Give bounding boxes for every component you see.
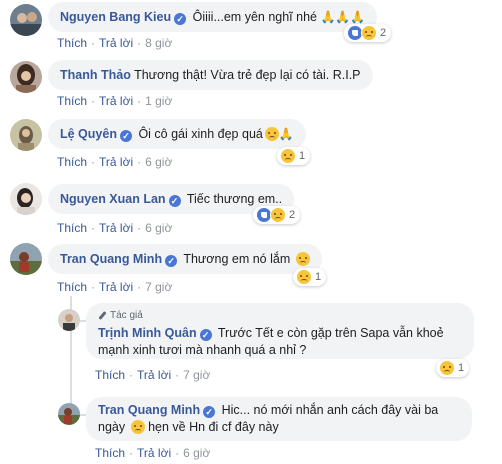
sad-emoji-icon [264, 127, 279, 141]
timestamp[interactable]: 1 giờ [145, 94, 172, 108]
reaction-summary[interactable]: 2 [344, 24, 392, 42]
reaction-summary[interactable]: 1 [277, 147, 311, 165]
reply-link[interactable]: Trả lời [99, 280, 133, 294]
timestamp[interactable]: 6 giờ [145, 221, 172, 235]
verified-badge-icon: ✓ [165, 255, 178, 267]
reply-link[interactable]: Trả lời [99, 94, 133, 108]
comment-text: Ôiiii...em yên nghĩ nhé [192, 10, 317, 24]
comment-text: Thương em nó lắm [183, 252, 291, 266]
verified-badge-icon: ✓ [168, 195, 181, 207]
comment-actions: Thích · Trả lời · 8 giờ [57, 36, 173, 50]
verified-badge-icon: ✓ [199, 329, 212, 341]
comment-actions: Thích · Trả lời · 7 giờ [57, 280, 173, 294]
reply-link[interactable]: Trả lời [99, 155, 133, 169]
sad-emoji-icon [296, 252, 311, 266]
reaction-summary[interactable]: 1 [293, 268, 327, 286]
timestamp[interactable]: 7 giờ [145, 280, 172, 294]
reaction-count: 1 [315, 271, 322, 283]
comment-bubble: Thanh Thảo Thương thật! Vừa trẻ đẹp lại … [48, 60, 373, 90]
sad-reaction-icon [270, 207, 286, 223]
sad-reaction-icon [361, 25, 377, 41]
comment-author[interactable]: Tran Quang Minh [98, 403, 200, 417]
author-tag: Tác giả [98, 307, 462, 324]
comment-actions: Thích · Trả lời · 6 giờ [95, 446, 211, 460]
reaction-count: 2 [289, 209, 296, 221]
reaction-count: 1 [458, 362, 465, 374]
avatar[interactable] [10, 4, 42, 36]
verified-badge-icon: ✓ [119, 130, 132, 142]
pray-emoji-icon: 🙏 [278, 127, 294, 141]
comment-actions: Thích · Trả lời · 7 giờ [95, 368, 211, 382]
reaction-summary[interactable]: 1 [436, 359, 470, 377]
timestamp[interactable]: 8 giờ [145, 36, 172, 50]
like-link[interactable]: Thích [57, 94, 87, 108]
reply-link[interactable]: Trả lời [99, 221, 133, 235]
comment-bubble: Tran Quang Minh ✓ Hic... nó mới nhắn anh … [86, 397, 472, 441]
comment-bubble: Tác giả Trịnh Minh Quân ✓ Trước Tết e còn… [86, 303, 474, 359]
comment-author[interactable]: Nguyen Xuan Lan [60, 192, 166, 206]
comment-bubble: Tran Quang Minh ✓ Thương em nó lắm [48, 244, 323, 274]
comment-actions: Thích · Trả lời · 1 giờ [57, 94, 173, 108]
reply-link[interactable]: Trả lời [137, 368, 171, 382]
avatar[interactable] [10, 119, 42, 151]
comment-text: Ôi cô gái xinh đẹp quá [138, 127, 263, 141]
timestamp[interactable]: 7 giờ [183, 368, 210, 382]
comment-text: Tiếc thương em.. [186, 192, 283, 206]
like-link[interactable]: Thích [57, 36, 87, 50]
comment-author[interactable]: Thanh Thảo [60, 68, 131, 82]
like-link[interactable]: Thích [57, 280, 87, 294]
pray-emoji-icon: 🙏🙏🙏 [320, 10, 366, 24]
timestamp[interactable]: 6 giờ [145, 155, 172, 169]
pen-icon [98, 311, 107, 320]
comment-bubble: Lệ Quyên ✓ Ôi cô gái xinh đẹp quá 🙏 [48, 119, 306, 149]
reaction-summary[interactable]: 2 [253, 206, 301, 224]
reply-link[interactable]: Trả lời [137, 446, 171, 460]
like-link[interactable]: Thích [57, 155, 87, 169]
avatar[interactable] [10, 183, 42, 215]
avatar[interactable] [10, 243, 42, 275]
comment-author[interactable]: Trịnh Minh Quân [98, 326, 197, 340]
verified-badge-icon: ✓ [174, 13, 187, 25]
reaction-count: 2 [380, 27, 387, 39]
comment-text-cont: hẹn về Hn đi cf đây này [148, 420, 279, 434]
reply-link[interactable]: Trả lời [99, 36, 133, 50]
reaction-count: 1 [299, 150, 306, 162]
comment-actions: Thích · Trả lời · 6 giờ [57, 155, 173, 169]
avatar[interactable] [58, 309, 80, 331]
like-link[interactable]: Thích [95, 368, 125, 382]
sad-reaction-icon [439, 360, 455, 376]
sad-reaction-icon [296, 269, 312, 285]
sad-emoji-icon [130, 420, 145, 434]
comment-text: Thương thật! Vừa trẻ đẹp lại có tài. R.I… [134, 68, 361, 82]
comment-bubble: Nguyen Bang Kieu ✓ Ôiiii...em yên nghĩ nh… [48, 2, 378, 32]
avatar[interactable] [10, 61, 42, 93]
comment-author[interactable]: Nguyen Bang Kieu [60, 10, 171, 24]
timestamp[interactable]: 6 giờ [183, 446, 210, 460]
comment-actions: Thích · Trả lời · 6 giờ [57, 221, 173, 235]
comment-author[interactable]: Tran Quang Minh [60, 252, 162, 266]
comment-author[interactable]: Lệ Quyên [60, 127, 117, 141]
like-link[interactable]: Thích [95, 446, 125, 460]
avatar[interactable] [58, 403, 80, 425]
verified-badge-icon: ✓ [203, 406, 216, 418]
like-link[interactable]: Thích [57, 221, 87, 235]
sad-reaction-icon [280, 148, 296, 164]
